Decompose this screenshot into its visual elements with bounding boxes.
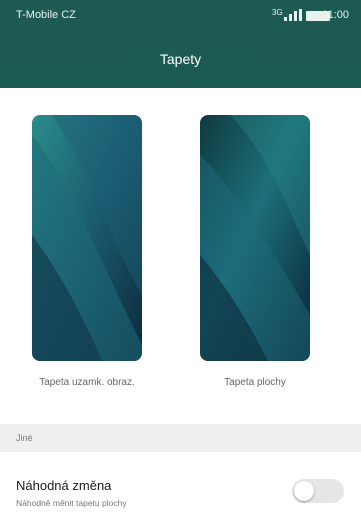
signal-icon [284,9,302,21]
network-type: 3G [272,8,283,17]
page-title: Tapety [159,51,202,67]
random-change-setting[interactable]: Náhodná změna Náhodně měnit tapetu ploch… [0,470,361,526]
random-change-toggle[interactable] [292,479,344,503]
homescreen-wallpaper-label: Tapeta plochy [224,377,286,388]
homescreen-wallpaper-thumbnail[interactable] [200,115,310,361]
lockscreen-wallpaper-label: Tapeta uzamk. obraz. [39,377,135,388]
setting-subtitle: Náhodně měnit tapetu plochy [16,498,127,508]
clock: 11:00 [322,9,349,21]
wallpaper-image [32,115,142,361]
section-header-other: Jiné [0,424,361,452]
carrier-label: T-Mobile CZ [16,9,76,21]
toggle-knob [294,481,314,501]
setting-title: Náhodná změna [16,478,112,493]
wallpaper-image [200,115,310,361]
lockscreen-wallpaper-thumbnail[interactable] [32,115,142,361]
status-bar: T-Mobile CZ 3G 11:00 [0,0,361,32]
app-header: T-Mobile CZ 3G 11:00 Tapety [0,0,361,88]
section-label: Jiné [16,433,33,443]
